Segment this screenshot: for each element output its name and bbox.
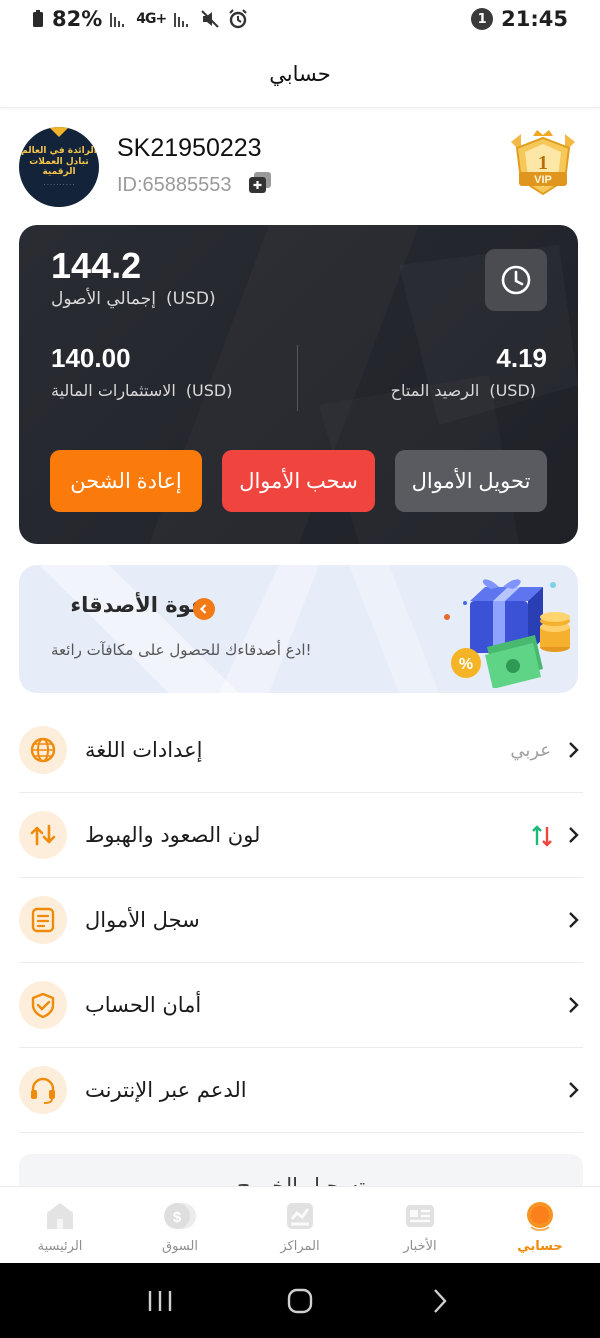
- nav-label: المراكز: [280, 1239, 320, 1254]
- nav-label: حسابي: [517, 1239, 563, 1254]
- mute-icon: [201, 10, 219, 28]
- vip-badge-icon[interactable]: 1 VIP: [503, 130, 583, 198]
- home-system-button[interactable]: [280, 1281, 320, 1321]
- network-type: 4G+: [136, 11, 167, 27]
- battery-icon: [33, 10, 43, 27]
- system-navigation-bar: [0, 1263, 600, 1338]
- chevron-right-icon: [569, 1082, 579, 1098]
- battery-percent: 82%: [52, 7, 103, 31]
- back-system-button[interactable]: [420, 1281, 460, 1321]
- up-down-icon: [19, 811, 67, 859]
- status-left: 82% 4G+: [32, 7, 248, 31]
- nav-news[interactable]: الأخبار: [360, 1187, 480, 1262]
- status-bar: 82% 4G+ 1 21:45: [0, 0, 600, 38]
- username: SK21950223: [117, 134, 262, 162]
- total-assets-value: 144.2: [51, 245, 142, 286]
- trend-arrows-icon: [532, 825, 552, 847]
- nav-positions[interactable]: المراكز: [240, 1187, 360, 1262]
- available-balance-label: الرصيد المتاح (USD): [391, 381, 536, 400]
- menu-label: سجل الأموال: [85, 908, 200, 932]
- clock: 21:45: [501, 7, 568, 31]
- page-header: حسابي: [0, 40, 600, 108]
- chevron-right-icon: [193, 598, 215, 620]
- user-id: ID:65885553: [117, 174, 232, 196]
- financial-investments-value: 140.00: [51, 343, 131, 373]
- menu-item-funds-record[interactable]: سجل الأموال: [19, 878, 583, 963]
- gift-icon: %: [444, 579, 570, 688]
- available-balance-value: 4.19: [496, 343, 547, 373]
- svg-text:VIP: VIP: [534, 174, 552, 186]
- total-assets-label: إجمالي الأصول (USD): [51, 289, 216, 309]
- menu-label: لون الصعود والهبوط: [85, 823, 261, 847]
- menu-label: الدعم عبر الإنترنت: [85, 1078, 247, 1102]
- status-right: 1 21:45: [471, 7, 568, 31]
- transfer-button[interactable]: تحويل الأموال: [395, 450, 547, 512]
- menu-label: أمان الحساب: [85, 993, 202, 1017]
- nav-label: الأخبار: [403, 1239, 437, 1254]
- news-icon: [406, 1205, 434, 1227]
- assets-card: 144.2 إجمالي الأصول (USD) 140.00 الاستثم…: [19, 225, 578, 544]
- available-balance-currency: (USD): [489, 381, 536, 400]
- menu-item-updown-color[interactable]: لون الصعود والهبوط: [19, 793, 583, 878]
- recent-apps-icon: [148, 1290, 172, 1311]
- notification-badge: 1: [471, 8, 494, 30]
- nav-label: الرئيسية: [37, 1239, 83, 1254]
- nav-market[interactable]: $ السوق: [120, 1187, 240, 1262]
- chevron-right-icon: [569, 997, 579, 1013]
- shield-check-icon: [19, 981, 67, 1029]
- crown-icon: [47, 127, 71, 137]
- chevron-right-icon: [569, 742, 579, 758]
- bottom-navigation: الرئيسية $ السوق المراكز الأخبار حسابي: [0, 1186, 600, 1262]
- avatar[interactable]: الرائدة في العالم تبادل العملات الرقمية ·…: [19, 127, 99, 207]
- signal-icon-2: [174, 13, 189, 27]
- withdraw-button[interactable]: سحب الأموال: [222, 450, 375, 512]
- financial-investments-currency: (USD): [185, 381, 233, 400]
- nav-label: السوق: [162, 1239, 198, 1254]
- chevron-right-icon: [569, 827, 579, 843]
- avatar-logo-text: الرائدة في العالم تبادل العملات الرقمية: [21, 145, 97, 178]
- language-value: عربي: [510, 739, 551, 761]
- menu-item-online-support[interactable]: الدعم عبر الإنترنت: [19, 1048, 583, 1133]
- chevron-right-icon: [569, 912, 579, 928]
- nav-home[interactable]: الرئيسية: [0, 1187, 120, 1262]
- home-icon: [47, 1203, 73, 1229]
- assets-divider: [297, 345, 298, 411]
- svg-text:1: 1: [538, 152, 548, 174]
- globe-icon: [19, 726, 67, 774]
- home-circle-icon: [287, 1288, 313, 1313]
- recharge-button[interactable]: إعادة الشحن: [50, 450, 202, 512]
- alarm-icon: [229, 9, 247, 29]
- headset-icon: [19, 1066, 67, 1114]
- document-icon: [19, 896, 67, 944]
- available-balance-text: الرصيد المتاح: [390, 381, 480, 400]
- total-assets-text: إجمالي الأصول: [51, 289, 156, 309]
- history-button[interactable]: [485, 249, 547, 311]
- financial-investments-text: الاستثمارات المالية: [51, 381, 176, 400]
- clock-icon: [501, 265, 531, 295]
- svg-text:$: $: [173, 1209, 182, 1226]
- market-icon: $: [164, 1203, 196, 1229]
- positions-icon: [287, 1203, 313, 1229]
- chevron-right-icon: [434, 1288, 447, 1313]
- total-assets-currency: (USD): [165, 289, 216, 309]
- menu-item-language[interactable]: إعدادات اللغة عربي: [19, 708, 583, 793]
- settings-menu: إعدادات اللغة عربي لون الصعود والهبوط سج…: [19, 708, 583, 1133]
- page-title: حسابي: [269, 61, 331, 86]
- account-icon: [527, 1202, 553, 1231]
- copy-icon[interactable]: [248, 172, 272, 194]
- signal-icon: [110, 13, 125, 27]
- invite-friends-banner[interactable]: دعوة الأصدقاء ادع أصدقاءك للحصول على مكا…: [19, 565, 578, 693]
- nav-account[interactable]: حسابي: [480, 1187, 600, 1262]
- financial-investments-label: الاستثمارات المالية (USD): [51, 381, 232, 400]
- recent-apps-button[interactable]: [140, 1281, 180, 1321]
- avatar-logo-sub: · · · · · · · · · ·: [43, 182, 75, 189]
- invite-subtitle: ادع أصدقاءك للحصول على مكافآت رائعة!: [51, 641, 312, 659]
- svg-text:%: %: [459, 656, 473, 673]
- menu-item-account-security[interactable]: أمان الحساب: [19, 963, 583, 1048]
- menu-label: إعدادات اللغة: [85, 738, 203, 762]
